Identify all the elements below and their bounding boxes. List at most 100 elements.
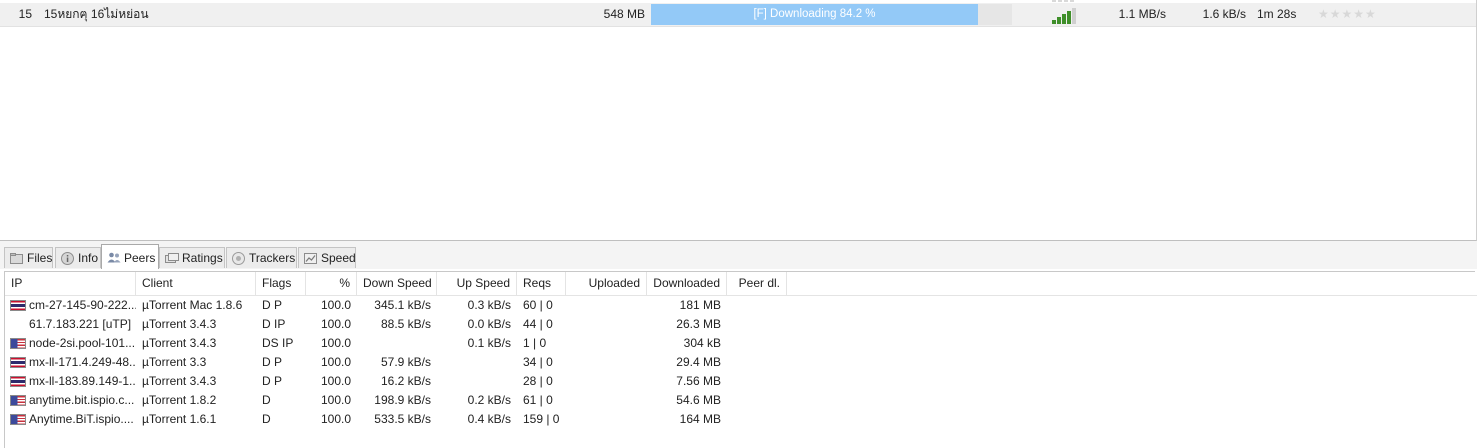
peer-downloaded: 29.4 MB xyxy=(676,355,721,369)
peer-peer-dl xyxy=(727,315,787,334)
peer-ip: anytime.bit.ispio.c... xyxy=(5,391,136,410)
peer-client: µTorrent 3.4.3 xyxy=(142,374,217,388)
ratings-icon xyxy=(165,253,179,263)
tab-ratings[interactable]: Ratings xyxy=(159,247,225,268)
torrent-list[interactable]: 15 15หยกฅุ 16ไม่หย่อน 548 MB [F] Downloa… xyxy=(0,0,1477,241)
files-icon xyxy=(10,253,23,264)
peer-down-speed: 57.9 kB/s xyxy=(380,355,431,369)
peer-downloaded: 164 MB xyxy=(679,412,721,426)
usa-flag-icon xyxy=(10,395,26,406)
tab-info[interactable]: Info xyxy=(55,247,101,268)
peer-client: µTorrent Mac 1.8.6 xyxy=(142,298,243,312)
peer-down-speed: 345.1 kB/s xyxy=(374,298,431,312)
tab-peers[interactable]: Peers xyxy=(101,244,159,270)
column-header-ip[interactable]: IP xyxy=(5,272,136,295)
peer-client: µTorrent 1.6.1 xyxy=(142,412,217,426)
tab-files-label: Files xyxy=(27,251,53,265)
table-row[interactable]: 61.7.183.221 [uTP] µTorrent 3.4.3 D IP 100.… xyxy=(5,315,1477,334)
peer-ip-text: mx-ll-171.4.249-48.... xyxy=(29,355,136,369)
column-header-reqs[interactable]: Reqs xyxy=(517,272,566,295)
peer-percent: 100.0 xyxy=(320,355,351,369)
thailand-flag-icon xyxy=(10,357,26,368)
peer-percent: 100.0 xyxy=(320,374,351,388)
peer-peer-dl xyxy=(727,353,787,372)
peers-table-header: IP Client Flags % Down Speed Up Speed Re… xyxy=(5,272,1477,296)
peer-uploaded xyxy=(566,410,647,429)
column-header-peer-dl[interactable]: Peer dl. xyxy=(727,272,787,295)
column-header-downloaded[interactable]: Downloaded xyxy=(647,272,727,295)
table-row[interactable]: mx-ll-171.4.249-48.... µTorrent 3.3 D P 100… xyxy=(5,353,1477,372)
peer-reqs: 159 | 0 xyxy=(523,412,560,426)
tab-speed-label: Speed xyxy=(321,251,356,265)
table-row[interactable]: Anytime.BiT.ispio.... µTorrent 1.6.1 D 100.… xyxy=(5,410,1477,429)
table-row[interactable]: anytime.bit.ispio.c... µTorrent 1.8.2 D 100… xyxy=(5,391,1477,410)
peer-ip-text: 61.7.183.221 [uTP] xyxy=(29,317,132,331)
peer-flags: DS IP xyxy=(262,336,294,350)
tab-files[interactable]: Files xyxy=(4,247,53,268)
peer-up-speed: 0.2 kB/s xyxy=(467,393,511,407)
peer-percent: 100.0 xyxy=(320,412,351,426)
peer-down-speed: 198.9 kB/s xyxy=(374,393,431,407)
list-border xyxy=(0,0,1477,241)
peer-ip-text: Anytime.BiT.ispio.... xyxy=(29,412,134,426)
peer-peer-dl xyxy=(727,372,787,391)
trackers-icon xyxy=(232,252,245,265)
peer-client: µTorrent 1.8.2 xyxy=(142,393,217,407)
peer-flags: D P xyxy=(262,374,283,388)
peer-ip: Anytime.BiT.ispio.... xyxy=(5,410,136,429)
column-header-flags[interactable]: Flags xyxy=(256,272,306,295)
table-row[interactable]: mx-ll-183.89.149-1.... µTorrent 3.4.3 D P 1… xyxy=(5,372,1477,391)
tab-peers-label: Peers xyxy=(124,251,156,265)
peer-downloaded: 304 kB xyxy=(683,336,721,350)
peer-up-speed: 0.0 kB/s xyxy=(467,317,511,331)
peer-ip: mx-ll-171.4.249-48.... xyxy=(5,353,136,372)
peer-down-speed xyxy=(357,334,437,353)
peer-flags: D xyxy=(262,412,271,426)
peer-ip: 61.7.183.221 [uTP] xyxy=(5,315,136,334)
peer-ip-text: node-2si.pool-101.... xyxy=(29,336,136,350)
peer-flags: D xyxy=(262,393,271,407)
peer-uploaded xyxy=(566,296,647,315)
peer-ip-text: anytime.bit.ispio.c... xyxy=(29,393,135,407)
peer-uploaded xyxy=(566,315,647,334)
peer-downloaded: 181 MB xyxy=(679,298,721,312)
peer-percent: 100.0 xyxy=(320,336,351,350)
peer-up-speed: 0.3 kB/s xyxy=(467,298,511,312)
peers-icon xyxy=(107,252,121,263)
peer-peer-dl xyxy=(727,296,787,315)
peer-downloaded: 26.3 MB xyxy=(676,317,721,331)
column-header-up-speed[interactable]: Up Speed xyxy=(437,272,517,295)
tab-info-label: Info xyxy=(78,251,99,265)
peer-up-speed xyxy=(437,353,517,372)
peer-reqs: 28 | 0 xyxy=(523,374,553,388)
thailand-flag-icon xyxy=(10,300,26,311)
peer-reqs: 1 | 0 xyxy=(523,336,547,350)
peer-reqs: 61 | 0 xyxy=(523,393,553,407)
detail-tab-strip: Files Info Peers Ratings Trackers Speed xyxy=(0,241,1477,270)
tab-speed[interactable]: Speed xyxy=(298,247,356,268)
peer-flags: D P xyxy=(262,298,283,312)
tab-ratings-label: Ratings xyxy=(182,251,223,265)
table-row[interactable]: cm-27-145-90-222.... µTorrent Mac 1.8.6 D … xyxy=(5,296,1477,315)
peer-ip: cm-27-145-90-222.... xyxy=(5,296,136,315)
peer-uploaded xyxy=(566,391,647,410)
peer-up-speed: 0.1 kB/s xyxy=(467,336,511,350)
table-row[interactable]: node-2si.pool-101.... µTorrent 3.4.3 DS IP… xyxy=(5,334,1477,353)
peer-down-speed: 16.2 kB/s xyxy=(380,374,431,388)
peer-up-speed: 0.4 kB/s xyxy=(467,412,511,426)
peer-peer-dl xyxy=(727,410,787,429)
peer-reqs: 44 | 0 xyxy=(523,317,553,331)
tab-trackers-label: Trackers xyxy=(249,251,296,265)
peers-panel: IP Client Flags % Down Speed Up Speed Re… xyxy=(0,269,1477,448)
peer-client: µTorrent 3.4.3 xyxy=(142,336,217,350)
tab-trackers[interactable]: Trackers xyxy=(226,247,297,268)
column-header-uploaded[interactable]: Uploaded xyxy=(566,272,647,295)
column-header-down-speed[interactable]: Down Speed xyxy=(357,272,437,295)
column-header-percent[interactable]: % xyxy=(306,272,357,295)
peer-peer-dl xyxy=(727,391,787,410)
peer-downloaded: 54.6 MB xyxy=(676,393,721,407)
peer-uploaded xyxy=(566,372,647,391)
column-header-client[interactable]: Client xyxy=(136,272,256,295)
peer-reqs: 34 | 0 xyxy=(523,355,553,369)
peer-reqs: 60 | 0 xyxy=(523,298,553,312)
